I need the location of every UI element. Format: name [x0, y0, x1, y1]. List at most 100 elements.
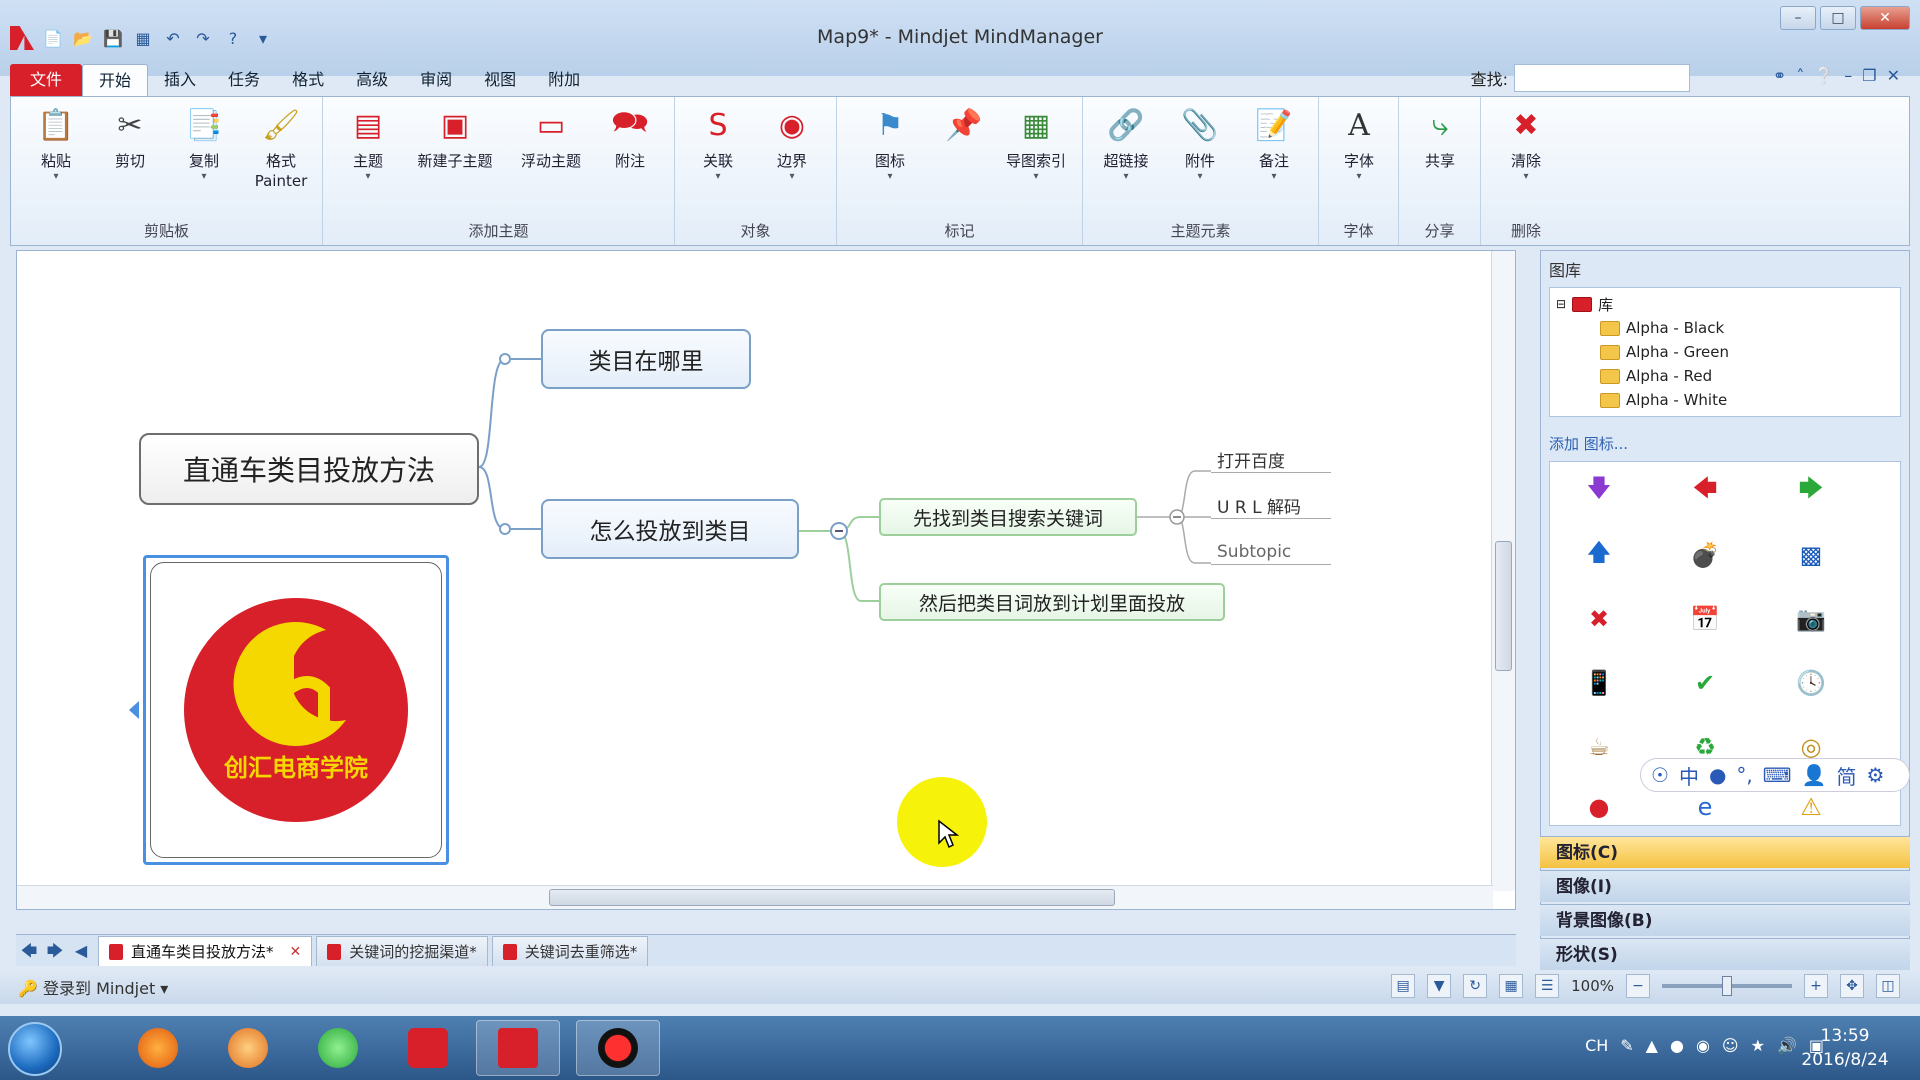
zoom-out-icon[interactable]: − [1626, 974, 1650, 998]
fit-map-icon[interactable]: ✥ [1840, 974, 1864, 998]
minimize-button[interactable]: – [1780, 6, 1816, 30]
taskbar-app-flame[interactable] [206, 1020, 290, 1076]
font-button[interactable]: A 字体 ▾ [1324, 105, 1394, 183]
tree-root[interactable]: ⊟ 库 [1556, 292, 1894, 316]
paste-button[interactable]: 📋 粘贴 ▾ [21, 105, 91, 183]
tree-folder[interactable]: Alpha - Green [1556, 340, 1894, 364]
close-tab-icon[interactable]: ✕ [290, 944, 302, 960]
coffee-cup-icon[interactable]: ☕ [1584, 732, 1614, 762]
notes-button[interactable]: 📝 备注 ▾ [1239, 105, 1309, 183]
nav-back-icon[interactable]: 🡄 [16, 936, 42, 966]
map-index-button[interactable]: ▦ 导图索引 ▾ [993, 105, 1079, 183]
ime-dot-icon[interactable]: ● [1709, 763, 1726, 787]
green-right-arrow-icon[interactable]: 🡆 [1796, 474, 1826, 506]
book-icon[interactable]: ▩ [1796, 540, 1826, 570]
doc-tab-3[interactable]: 关键词去重筛选* [491, 936, 649, 966]
record-tray-icon[interactable]: ● [1670, 1036, 1684, 1055]
ime-lang[interactable]: 中 [1679, 761, 1699, 790]
bomb-icon[interactable]: 💣 [1690, 540, 1720, 570]
refresh-icon[interactable]: ↻ [1463, 974, 1488, 998]
help-circle-icon[interactable]: ❔ [1814, 66, 1834, 85]
callout-button[interactable]: 🗪 附注 [595, 105, 665, 171]
binoculars-icon[interactable]: ⚭ [1773, 66, 1786, 85]
vertical-scrollbar[interactable] [1491, 251, 1515, 891]
taskbar-app-green[interactable] [296, 1020, 380, 1076]
new-subtopic-button[interactable]: ▣ 新建子主题 [405, 105, 505, 171]
tray-expand-icon[interactable]: ▲ [1646, 1036, 1658, 1055]
add-icon-link[interactable]: 添加 图标... [1549, 433, 1628, 454]
ime-tray-icon[interactable]: ✎ [1620, 1036, 1633, 1055]
taskbar-app-tmall[interactable] [386, 1020, 470, 1076]
clock-icon[interactable]: 🕓 [1796, 668, 1826, 698]
start-button[interactable] [8, 1022, 62, 1076]
keyboard-icon[interactable]: ⌨ [1763, 763, 1792, 787]
task-pane-icon[interactable]: ◫ [1876, 974, 1900, 998]
doc-tab-2[interactable]: 关键词的挖掘渠道* [316, 936, 488, 966]
warning-icon[interactable]: ⚠ [1796, 792, 1826, 822]
tab-insert[interactable]: 插入 [148, 64, 212, 96]
calendar-icon[interactable]: 📅 [1690, 604, 1720, 634]
zoom-in-icon[interactable]: + [1804, 974, 1828, 998]
tab-advanced[interactable]: 高级 [340, 64, 404, 96]
network-tray-icon[interactable]: ◉ [1696, 1036, 1710, 1055]
ie-browser-icon[interactable]: e [1690, 792, 1720, 822]
user-icon[interactable]: 👤 [1802, 763, 1827, 787]
filter-icon[interactable]: ▼ [1427, 974, 1452, 998]
zoom-slider[interactable] [1662, 976, 1792, 996]
subtopic-find-keywords[interactable]: 先找到类目搜索关键词 [879, 498, 1137, 536]
pane-shapes[interactable]: 形状(S) [1540, 938, 1910, 970]
gear-icon[interactable]: ⚙ [1867, 763, 1885, 787]
clear-button[interactable]: ✖ 清除 ▾ [1491, 105, 1561, 183]
ime-mode[interactable]: 简 [1837, 761, 1857, 790]
map-canvas[interactable]: 直通车类目投放方法 类目在哪里 怎么投放到类目 先找到类目搜索关键词 然后把类目… [16, 250, 1516, 910]
tab-format[interactable]: 格式 [276, 64, 340, 96]
doc-restore-icon[interactable]: ❐ [1862, 66, 1876, 85]
vertical-scroll-thumb[interactable] [1495, 541, 1512, 671]
icons-button[interactable]: ⚑ 图标 ▾ [855, 105, 925, 183]
tray-lang[interactable]: CH [1585, 1036, 1608, 1055]
maximize-button[interactable]: □ [1820, 6, 1856, 30]
camera-icon[interactable]: 📷 [1796, 604, 1826, 634]
phone-icon[interactable]: 📱 [1584, 668, 1614, 698]
blue-up-arrow-icon[interactable]: 🡅 [1584, 538, 1614, 570]
collapse-icon[interactable]: ⊟ [1556, 297, 1566, 311]
red-pin-icon[interactable]: ● [1584, 792, 1614, 822]
tab-file[interactable]: 文件 [10, 64, 83, 96]
close-button[interactable]: ✕ [1860, 6, 1910, 30]
topic-where-category[interactable]: 类目在哪里 [541, 329, 751, 389]
pane-background-images[interactable]: 背景图像(B) [1540, 904, 1910, 936]
tree-folder[interactable]: Alpha - Red [1556, 364, 1894, 388]
cut-button[interactable]: ✂ 剪切 [95, 105, 165, 171]
topic-button[interactable]: ▤ 主题 ▾ [333, 105, 403, 183]
app-tray-icon[interactable]: ★ [1751, 1036, 1765, 1055]
boundary-button[interactable]: ◉ 边界 ▾ [757, 105, 827, 183]
red-left-arrow-icon[interactable]: 🡄 [1690, 474, 1720, 506]
doc-close-icon[interactable]: ✕ [1887, 66, 1900, 85]
tab-home[interactable]: 开始 [82, 64, 149, 96]
red-x-icon[interactable]: ✖ [1584, 604, 1614, 634]
tab-scroll-left-icon[interactable]: ◀ [68, 936, 94, 966]
ime-logo-icon[interactable]: ☉ [1651, 763, 1669, 787]
taskbar-app-recorder[interactable] [576, 1020, 660, 1076]
taskbar-app-firefox[interactable] [116, 1020, 200, 1076]
copy-button[interactable]: 📑 复制 ▾ [169, 105, 239, 183]
zoom-slider-knob[interactable] [1722, 976, 1732, 996]
leaf-url-decode[interactable]: U R L 解码 [1211, 493, 1331, 519]
topic-how-to-place[interactable]: 怎么投放到类目 [541, 499, 799, 559]
search-input[interactable] [1514, 64, 1690, 92]
central-topic[interactable]: 直通车类目投放方法 [139, 433, 479, 505]
clock[interactable]: 13:59 2016/8/24 [1790, 1024, 1900, 1072]
ime-punct-icon[interactable]: °, [1736, 763, 1752, 787]
hyperlink-button[interactable]: 🔗 超链接 ▾ [1091, 105, 1161, 183]
user-tray-icon[interactable]: ☺ [1722, 1036, 1739, 1055]
doc-tab-1[interactable]: 直通车类目投放方法* ✕ [98, 936, 313, 966]
login-link[interactable]: 🔑 登录到 Mindjet ▾ [18, 975, 168, 999]
horizontal-scroll-thumb[interactable] [549, 889, 1115, 906]
doc-minimize-icon[interactable]: – [1844, 66, 1852, 85]
pane-icons[interactable]: 图标(C) [1540, 836, 1910, 868]
tab-task[interactable]: 任务 [212, 64, 276, 96]
purple-down-arrow-icon[interactable]: 🡇 [1584, 474, 1614, 506]
tab-addins[interactable]: 附加 [532, 64, 596, 96]
tree-folder[interactable]: Alpha - Black [1556, 316, 1894, 340]
format-painter-button[interactable]: 🖌 格式 Painter [243, 105, 319, 191]
